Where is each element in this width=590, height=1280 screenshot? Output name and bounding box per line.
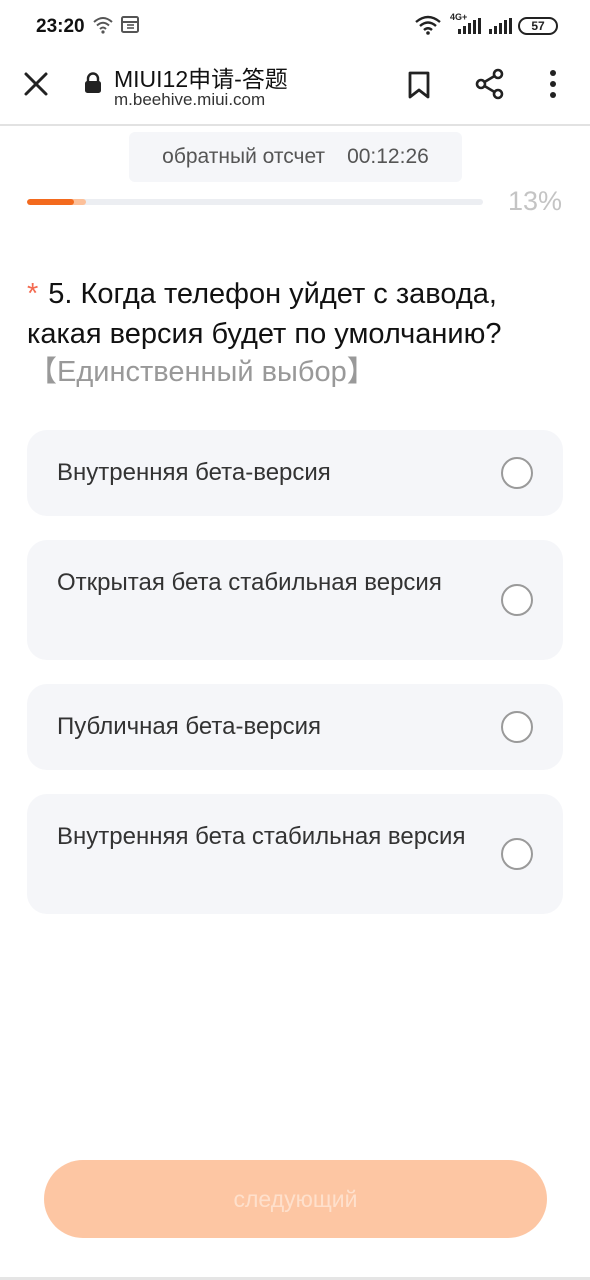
answer-option-3[interactable]: Публичная бета-версия [27,684,563,770]
browser-toolbar: MIUI12申请-答题 m.beehive.miui.com [0,52,590,126]
more-icon[interactable] [548,68,558,105]
signal-2-icon [488,18,514,39]
wifi-status-icon [415,15,441,40]
answer-option-2[interactable]: Открытая бета стабильная версия [27,540,563,660]
close-icon[interactable] [22,70,50,98]
option-label: Внутренняя бета-версия [57,459,331,486]
question-text: * 5. Когда телефон уйдет с завода, какая … [27,274,567,354]
progress-bar [27,199,483,205]
battery-icon: 57 [518,17,558,35]
status-bar: 23:20 4G+ 57 [0,0,590,52]
question-body: 5. Когда телефон уйдет с завода, какая в… [27,278,502,350]
radio-button[interactable] [501,838,533,870]
required-marker: * [27,278,39,310]
question-type: 【Единственный выбор】 [28,356,376,388]
status-time: 23:20 [36,16,85,37]
progress-percent: 13% [508,186,563,216]
answer-option-4[interactable]: Внутренняя бета стабильная версия [27,794,563,914]
bookmark-icon[interactable] [406,70,432,105]
radio-button[interactable] [501,584,533,616]
countdown-time: 00:12:26 [347,145,429,168]
countdown-timer: обратный отсчет 00:12:26 [129,132,462,182]
page-url[interactable]: m.beehive.miui.com [114,90,265,110]
progress-fill [27,199,87,205]
radio-button[interactable] [501,711,533,743]
screen-icon [121,16,139,38]
progress-fill-active [27,199,74,205]
signal-icon [452,18,484,39]
wifi-icon [93,16,113,39]
countdown-label: обратный отсчет [162,145,326,168]
next-button[interactable]: следующий [44,1160,547,1238]
lock-icon [84,72,102,99]
share-icon[interactable] [474,68,506,105]
radio-button[interactable] [501,457,533,489]
option-label: Внутренняя бета стабильная версия [57,823,466,850]
option-label: Публичная бета-версия [57,713,322,740]
answer-option-1[interactable]: Внутренняя бета-версия [27,430,563,516]
option-label: Открытая бета стабильная версия [57,569,442,596]
page-title: MIUI12申请-答题 [114,66,288,92]
